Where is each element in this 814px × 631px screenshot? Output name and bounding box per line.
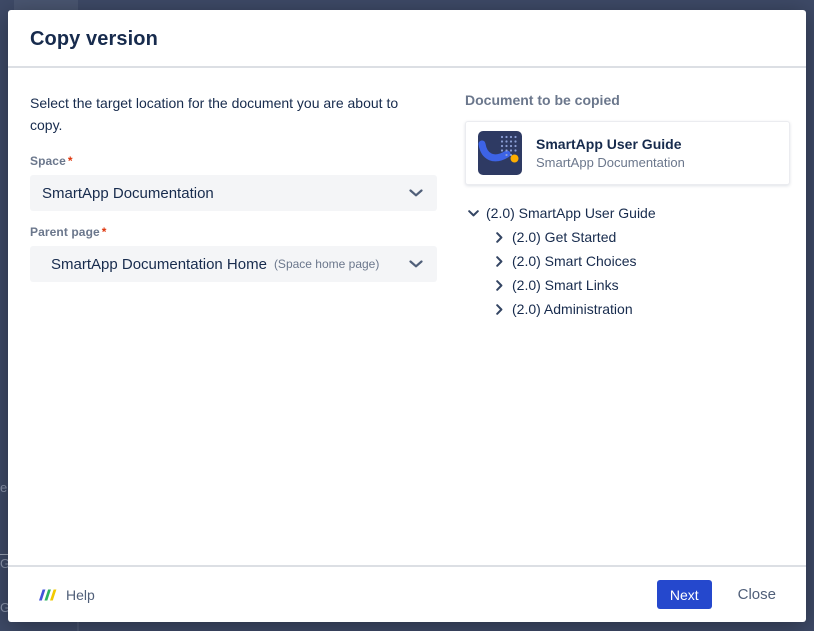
- document-preview-panel: Document to be copied SmartApp User: [465, 68, 790, 565]
- document-meta: SmartApp User Guide SmartApp Documentati…: [536, 136, 685, 170]
- help-logo-icon: [38, 586, 57, 604]
- document-space-name: SmartApp Documentation: [536, 155, 685, 170]
- document-space-icon: [478, 131, 522, 175]
- dialog-title: Copy version: [30, 28, 784, 51]
- tree-item-label: (2.0) Smart Links: [512, 277, 619, 293]
- underlying-page-divider: [77, 621, 79, 631]
- chevron-right-icon[interactable]: [491, 229, 507, 245]
- tree-item-label: (2.0) Smart Choices: [512, 253, 636, 269]
- tree-item-root[interactable]: (2.0) SmartApp User Guide: [465, 201, 790, 225]
- help-label: Help: [66, 587, 95, 603]
- dialog-header: Copy version: [8, 10, 806, 68]
- required-asterisk: *: [100, 225, 107, 239]
- intro-text: Select the target location for the docum…: [30, 92, 430, 136]
- close-button[interactable]: Close: [738, 586, 776, 603]
- parent-page-hint: (Space home page): [274, 257, 379, 271]
- dialog-footer: Help Next Close: [8, 565, 806, 622]
- chevron-right-icon[interactable]: [491, 277, 507, 293]
- tree-item[interactable]: (2.0) Administration: [465, 297, 790, 321]
- chevron-right-icon[interactable]: [491, 301, 507, 317]
- preview-heading: Document to be copied: [465, 92, 790, 108]
- tree-item[interactable]: (2.0) Get Started: [465, 225, 790, 249]
- space-field-label: Space*: [30, 154, 437, 168]
- next-button[interactable]: Next: [657, 580, 712, 609]
- document-title: SmartApp User Guide: [536, 136, 685, 152]
- tree-item-label: (2.0) Administration: [512, 301, 633, 317]
- help-button[interactable]: Help: [38, 586, 95, 604]
- chevron-right-icon[interactable]: [491, 253, 507, 269]
- document-card: SmartApp User Guide SmartApp Documentati…: [465, 121, 790, 185]
- tree-item[interactable]: (2.0) Smart Choices: [465, 249, 790, 273]
- tree-item[interactable]: (2.0) Smart Links: [465, 273, 790, 297]
- chevron-down-icon: [409, 189, 423, 197]
- parent-page-select-value: SmartApp Documentation Home: [42, 256, 267, 273]
- dialog-body: Select the target location for the docum…: [8, 68, 806, 565]
- space-select[interactable]: SmartApp Documentation: [30, 175, 437, 211]
- parent-page-select[interactable]: SmartApp Documentation Home (Space home …: [30, 246, 437, 282]
- required-asterisk: *: [66, 154, 73, 168]
- chevron-down-icon: [409, 260, 423, 268]
- underlying-page-block: [14, 0, 78, 10]
- copy-version-dialog: Copy version Select the target location …: [8, 10, 806, 622]
- page-tree: (2.0) SmartApp User Guide (2.0) Get Star…: [465, 201, 790, 321]
- parent-page-field-label: Parent page*: [30, 225, 437, 239]
- tree-item-label: (2.0) Get Started: [512, 229, 616, 245]
- space-select-value: SmartApp Documentation: [42, 185, 214, 202]
- chevron-down-icon[interactable]: [465, 205, 481, 221]
- target-location-form: Select the target location for the docum…: [30, 68, 437, 565]
- tree-item-label: (2.0) SmartApp User Guide: [486, 205, 656, 221]
